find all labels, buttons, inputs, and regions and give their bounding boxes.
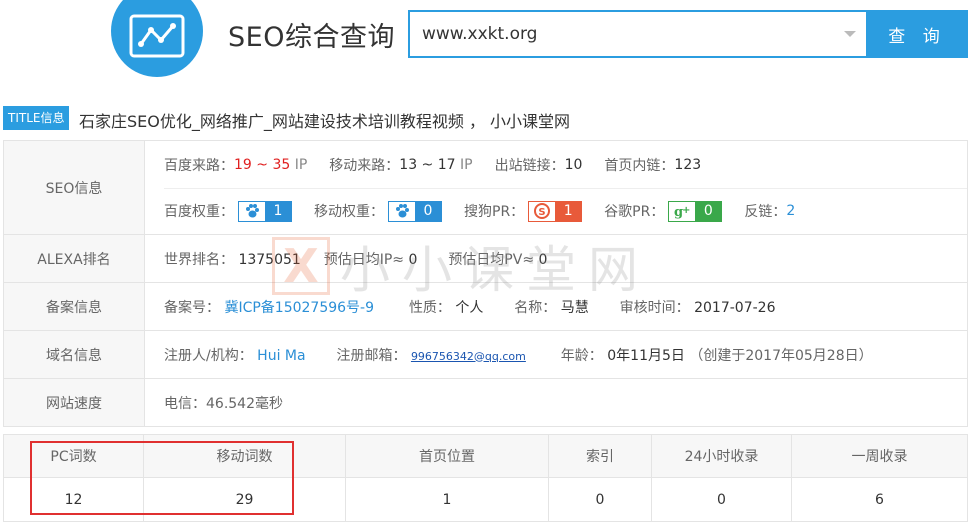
icp-name-value: 马慧 <box>560 299 589 316</box>
baidu-paw-icon <box>239 201 265 221</box>
outbound-label: 出站链接： <box>494 157 565 174</box>
icp-number-label: 备案号： <box>164 299 220 316</box>
outbound-value[interactable]: 10 <box>565 157 583 173</box>
search-box[interactable] <box>408 10 868 58</box>
google-pr-badge[interactable]: g + 0 <box>668 200 723 222</box>
page-title: SEO综合查询 <box>228 22 395 53</box>
icp-audit-label: 审核时间： <box>619 299 690 316</box>
baidu-weight-label: 百度权重： <box>164 204 234 220</box>
backlinks-value[interactable]: 2 <box>786 203 795 219</box>
world-rank-label: 世界排名： <box>164 251 234 268</box>
email-link[interactable]: 996756342@qq.com <box>411 350 526 363</box>
google-plus-icon: g + <box>669 201 696 221</box>
title-badge: TITLE信息 <box>3 106 70 130</box>
est-ip-value: 0 <box>408 251 418 268</box>
24h-indexed-value: 0 <box>651 477 792 522</box>
backlinks-label: 反链： <box>744 204 787 220</box>
header-week-indexed: 一周收录 <box>791 434 968 478</box>
home-position-value: 1 <box>345 477 549 522</box>
keywords-table: PC词数 移动词数 首页位置 索引 24小时收录 一周收录 12 29 1 0 … <box>3 434 968 522</box>
seo-info-table: SEO信息 百度来路： 19 ~ 35 IP 移动来路： 13 ~ 17 IP … <box>3 140 968 427</box>
header-mobile-keywords: 移动词数 <box>143 434 346 478</box>
speed-value: 电信：46.542毫秒 <box>164 395 283 412</box>
world-rank-value: 1375051 <box>238 251 301 268</box>
mobile-traffic-unit: IP <box>460 156 473 173</box>
header-home-position: 首页位置 <box>345 434 549 478</box>
google-pr-label: 谷歌PR： <box>604 204 665 220</box>
baidu-traffic-value: 19 ~ 35 <box>234 156 291 173</box>
icp-nature-value: 个人 <box>455 299 484 316</box>
index-value: 0 <box>548 477 652 522</box>
sogou-s-icon: S <box>529 201 556 221</box>
mobile-weight-label: 移动权重： <box>314 204 384 220</box>
age-label: 年龄： <box>560 347 603 364</box>
svg-text:S: S <box>539 207 546 218</box>
internal-label: 首页内链： <box>604 157 675 174</box>
icp-number-link[interactable]: 冀ICP备15027596号-9 <box>224 300 374 316</box>
mobile-weight-badge[interactable]: 0 <box>388 200 442 222</box>
domain-label: 域名信息 <box>3 330 145 379</box>
registrant-label: 注册人/机构： <box>164 347 253 364</box>
registrant-link[interactable]: Hui Ma <box>257 348 305 364</box>
search-button[interactable]: 查 询 <box>866 10 968 58</box>
title-text: 石家庄SEO优化_网络推广_网站建设技术培训教程视频 ， 小小课堂网 <box>79 112 571 131</box>
baidu-traffic-label: 百度来路： <box>164 157 234 174</box>
icp-audit-value: 2017-07-26 <box>694 299 776 316</box>
baidu-traffic-unit: IP <box>294 156 308 173</box>
header-index: 索引 <box>548 434 652 478</box>
search-input[interactable] <box>410 12 830 56</box>
icp-nature-label: 性质： <box>408 299 451 316</box>
chevron-down-icon[interactable] <box>844 31 856 37</box>
mobile-traffic-value: 13 ~ 17 <box>399 156 456 173</box>
seo-label: SEO信息 <box>3 140 145 235</box>
header-24h-indexed: 24小时收录 <box>651 434 792 478</box>
internal-value[interactable]: 123 <box>674 157 701 173</box>
mobile-traffic-label: 移动来路： <box>329 157 400 174</box>
created-date: （创建于2017年05月28日） <box>689 347 873 364</box>
sogou-pr-badge[interactable]: S 1 <box>528 200 583 222</box>
est-pv-label: 预估日均PV≈ <box>448 251 535 268</box>
age-value: 0年11月5日 <box>607 347 685 364</box>
baidu-paw-icon <box>389 201 415 221</box>
sogou-pr-label: 搜狗PR： <box>464 204 525 220</box>
svg-text:+: + <box>682 205 690 216</box>
pc-keywords-value[interactable]: 12 <box>3 477 144 522</box>
baidu-weight-badge[interactable]: 1 <box>238 200 292 222</box>
est-ip-label: 预估日均IP≈ <box>323 251 405 268</box>
alexa-label: ALEXA排名 <box>3 234 145 283</box>
mobile-keywords-value[interactable]: 29 <box>143 477 346 522</box>
line-chart-icon <box>129 14 185 58</box>
icp-name-label: 名称： <box>514 299 557 316</box>
speed-label: 网站速度 <box>3 378 145 427</box>
header-pc-keywords: PC词数 <box>3 434 144 478</box>
email-label: 注册邮箱： <box>336 347 407 364</box>
site-logo[interactable] <box>111 0 203 77</box>
icp-label: 备案信息 <box>3 282 145 331</box>
est-pv-value: 0 <box>538 251 548 268</box>
week-indexed-value: 6 <box>791 477 968 522</box>
